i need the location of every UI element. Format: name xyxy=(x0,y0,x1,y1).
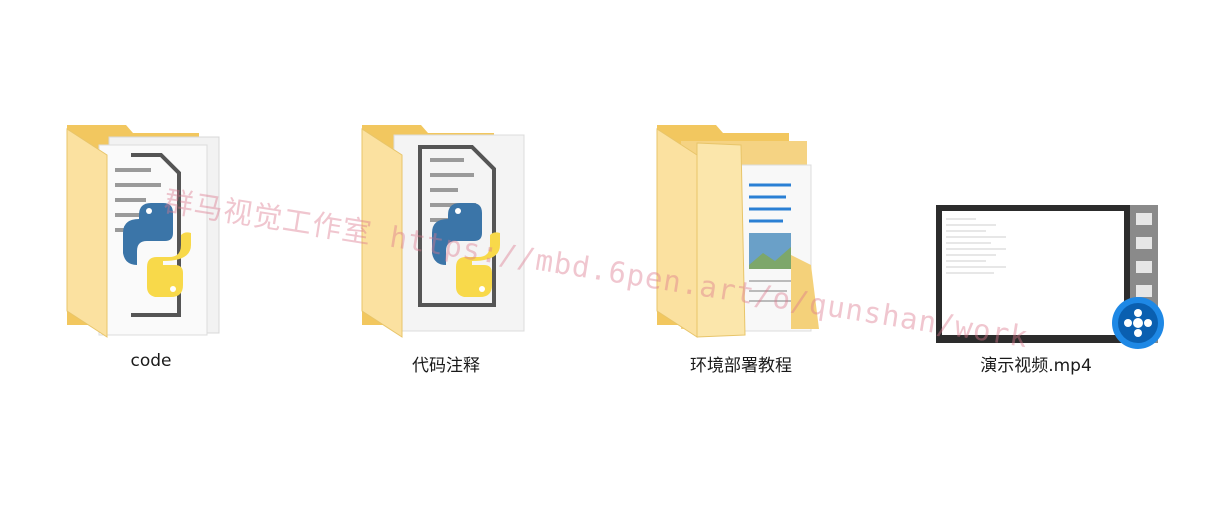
folder-deploy-tutorial[interactable]: 环境部署教程 xyxy=(641,115,841,385)
document-folder-icon xyxy=(656,125,819,338)
python-folder-icon xyxy=(66,125,220,338)
file-label: 演示视频.mp4 xyxy=(980,356,1092,376)
file-label: 代码注释 xyxy=(412,356,480,376)
file-label: code xyxy=(130,351,172,371)
watermark-text: 群马视觉工作室 https://mbd.6pen.art/o/qunshan/w… xyxy=(161,183,1031,355)
folder-code-notes[interactable]: 代码注释 xyxy=(346,115,546,385)
video-file-demo[interactable]: 演示视频.mp4 xyxy=(936,115,1164,385)
python-folder-icon xyxy=(361,125,525,338)
folder-code[interactable]: code xyxy=(51,115,251,385)
file-label: 环境部署教程 xyxy=(690,356,792,376)
video-file-icon xyxy=(936,205,1164,349)
